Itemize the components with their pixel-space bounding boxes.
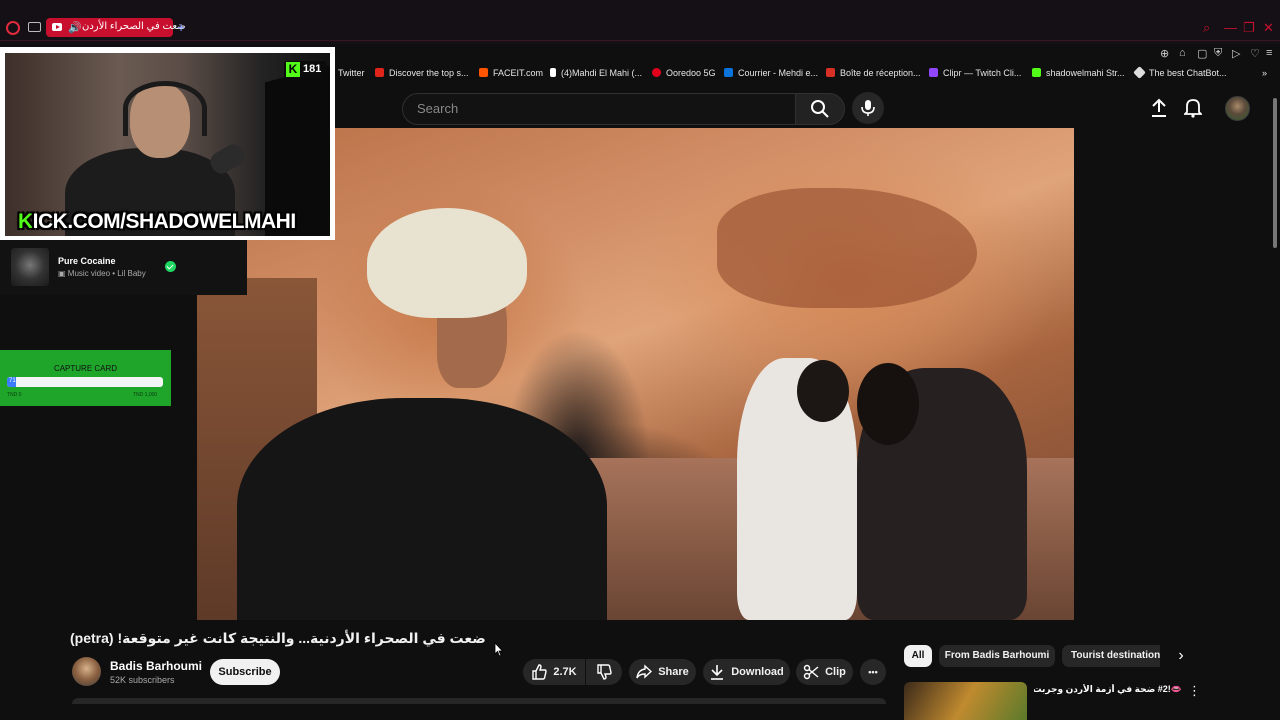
goal-progress-bar <box>7 377 163 387</box>
video-title: ضعت في الصحراء الأردنية... والنتيجة كانت… <box>70 630 486 646</box>
tab-bar-divider <box>0 40 1280 41</box>
search-button[interactable] <box>795 93 845 125</box>
close-window-icon[interactable]: ✕ <box>1263 20 1274 36</box>
webcam-feed <box>5 53 330 236</box>
bookmark-chatbot[interactable]: The best ChatBot... <box>1133 66 1227 79</box>
verified-check-icon <box>165 261 176 272</box>
recommended-video-thumbnail[interactable] <box>904 682 1027 720</box>
bookmark-gmail[interactable]: Boîte de réception... <box>826 68 921 78</box>
viewer-count-badge: K 181 <box>284 61 326 78</box>
chip-from-channel[interactable]: From Badis Barhoumi <box>939 645 1055 667</box>
upload-icon[interactable] <box>1150 98 1168 118</box>
more-icon: ••• <box>868 667 878 677</box>
subscriber-count: 52K subscribers <box>110 675 175 685</box>
tab-title: ضعت في الصحراء الأردن <box>82 21 186 32</box>
bookmark-outlook[interactable]: Courrier - Mehdi e... <box>724 68 818 78</box>
search-input[interactable] <box>415 100 779 117</box>
minimize-icon[interactable]: — <box>1224 20 1237 35</box>
mouse-cursor-icon <box>494 642 504 657</box>
restore-icon[interactable]: ❐ <box>1243 20 1255 36</box>
bookmark-faceit[interactable]: FACEIT.com <box>479 68 543 78</box>
bookmark-ooredoo[interactable]: Ooredoo 5G <box>652 68 716 78</box>
search-icon <box>811 100 829 118</box>
clip-button[interactable]: Clip <box>796 659 853 685</box>
dislike-button[interactable] <box>586 659 622 685</box>
sidebar-toggle-icon[interactable] <box>28 22 41 32</box>
menu-icon[interactable]: ≡ <box>1266 47 1272 59</box>
bookmark-twitter[interactable]: Twitter <box>338 68 365 78</box>
goal-min-label: TND 0 <box>7 392 22 398</box>
bookmark-kick[interactable]: shadowelmahi Str... <box>1032 68 1125 78</box>
new-tab-button[interactable]: + <box>177 19 185 35</box>
goal-progress-fill: 71 <box>7 377 17 387</box>
subscribe-button[interactable]: Subscribe <box>210 659 280 685</box>
more-actions-button[interactable]: ••• <box>860 659 886 685</box>
bookmark-soundcloud[interactable]: Discover the top s... <box>375 68 469 78</box>
shield-icon[interactable]: ⛨ <box>1214 47 1222 60</box>
snapshot-icon[interactable]: ▢ <box>1197 47 1207 60</box>
account-avatar[interactable] <box>1225 96 1250 121</box>
channel-name[interactable]: Badis Barhoumi <box>110 659 202 673</box>
voice-search-button[interactable] <box>852 92 884 124</box>
goal-title: CAPTURE CARD <box>53 364 118 373</box>
kebab-menu-icon[interactable]: ⋮ <box>1188 683 1201 699</box>
browser-tab-bar <box>0 0 1280 44</box>
album-art <box>11 248 49 286</box>
bookmarks-more-icon[interactable]: » <box>1262 68 1267 78</box>
thumbs-down-icon <box>597 664 612 680</box>
opera-logo-icon[interactable] <box>6 21 20 35</box>
player-icon[interactable]: ▷ <box>1232 47 1240 60</box>
download-button[interactable]: Download <box>703 659 790 685</box>
like-button[interactable]: 2.7K <box>523 659 585 685</box>
active-tab[interactable]: 🔊 ضعت في الصحراء الأردن <box>46 18 186 37</box>
microphone-icon <box>861 100 875 116</box>
speaker-icon[interactable]: 🔊 <box>68 21 82 34</box>
chip-all[interactable]: All <box>904 645 932 667</box>
share-icon <box>636 664 653 679</box>
like-count: 2.7K <box>553 666 577 678</box>
scrollbar-thumb[interactable] <box>1273 98 1277 248</box>
pin-icon[interactable]: ⌂ <box>1179 47 1186 59</box>
now-playing-title: Pure Cocaine <box>58 256 116 266</box>
search-tabs-icon[interactable]: ⌕ <box>1203 20 1210 36</box>
now-playing-subtitle: ▣ Music video • Lil Baby <box>58 269 146 278</box>
kick-logo-icon: K <box>286 62 300 77</box>
viewer-count: 181 <box>303 63 322 75</box>
youtube-favicon-icon <box>52 23 62 31</box>
chip-tourist-destinations[interactable]: Tourist destinations <box>1062 645 1160 667</box>
scissors-icon <box>803 664 819 680</box>
kick-channel-url: KICK.COM/SHADOWELMAHI <box>18 210 296 233</box>
recommended-video-title[interactable]: 👄!#2 ضحة في أزمة الأردن وجربت أشهر <box>1034 684 1182 695</box>
description-box[interactable] <box>72 698 886 704</box>
zoom-icon[interactable]: ⊕ <box>1160 47 1169 60</box>
channel-avatar[interactable] <box>72 657 101 686</box>
bookmark-tiktok[interactable]: (4)Mahdi El Mahi (... <box>550 68 642 78</box>
bookmark-clipr[interactable]: Clipr — Twitch Cli... <box>929 68 1021 78</box>
bookmarks-bar: Twitter Discover the top s... FACEIT.com… <box>330 62 1280 86</box>
heart-icon[interactable]: ♡ <box>1250 47 1260 60</box>
goal-max-label: TND 1,000 <box>133 392 158 398</box>
search-box <box>402 93 798 125</box>
download-icon <box>711 665 724 680</box>
thumbs-up-icon <box>532 664 548 680</box>
notifications-bell-icon[interactable] <box>1184 98 1202 118</box>
chevron-right-icon[interactable]: › <box>1170 645 1192 667</box>
share-button[interactable]: Share <box>629 659 696 685</box>
